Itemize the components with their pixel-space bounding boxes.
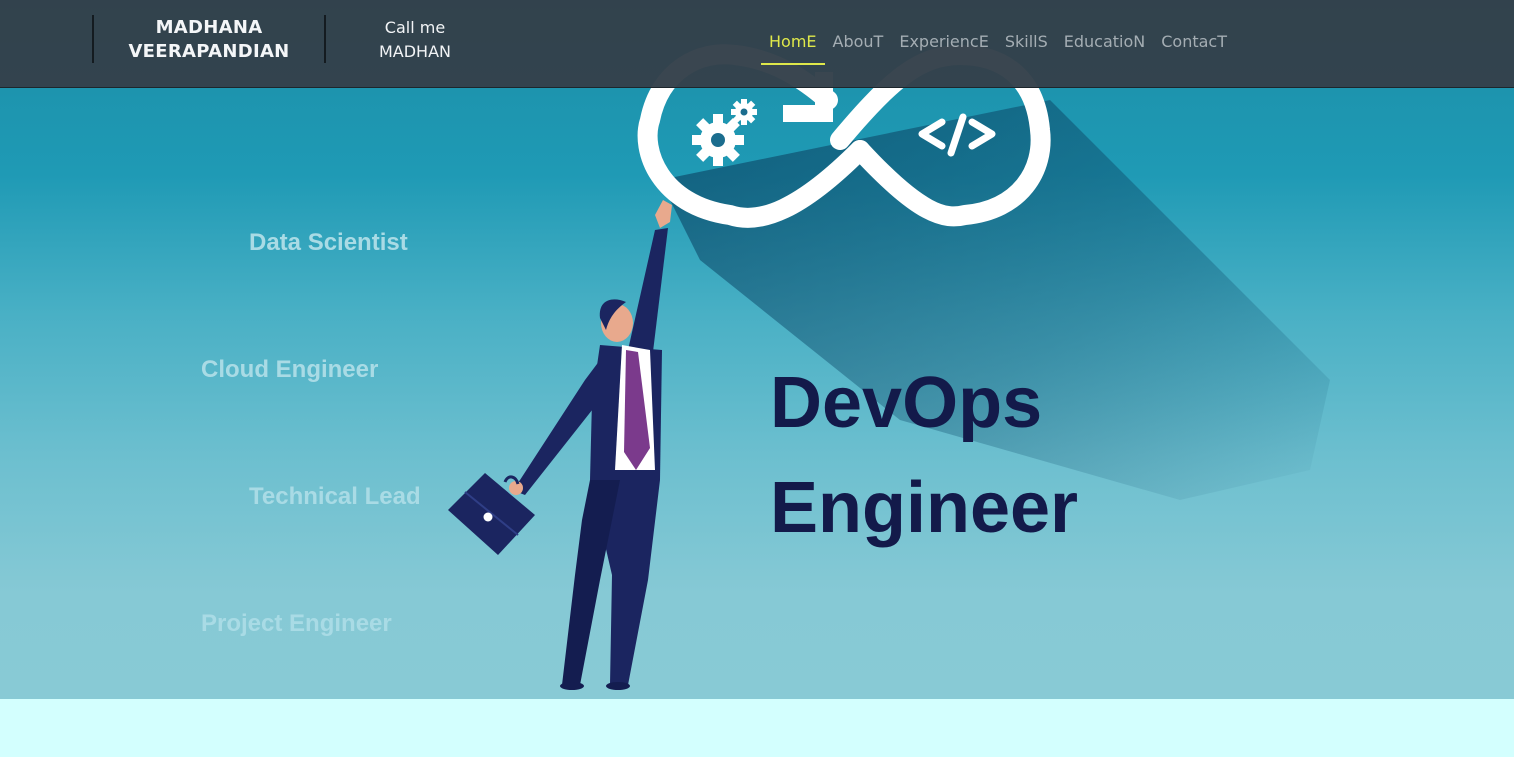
hero-section: Data Scientist Cloud Engineer Technical … <box>0 0 1514 699</box>
headline-line2: Engineer <box>770 468 1079 548</box>
navbar: MADHANA VEERAPANDIAN Call me MADHAN HomE… <box>0 0 1514 88</box>
role-cloud-engineer: Cloud Engineer <box>201 356 379 383</box>
brand-logo[interactable]: MADHANA VEERAPANDIAN <box>109 16 309 64</box>
nav-home[interactable]: HomE <box>761 29 825 65</box>
callme-line1: Call me <box>384 18 446 37</box>
gears-icon <box>692 99 757 166</box>
callme-text: Call me MADHAN <box>355 16 475 64</box>
brand-line2: VEERAPANDIAN <box>128 41 290 62</box>
hero-illustration <box>448 44 1330 690</box>
headline-line1: DevOps <box>770 363 1043 443</box>
role-project-engineer: Project Engineer <box>201 610 392 637</box>
nav-about[interactable]: AbouT <box>825 29 892 65</box>
nav-contact[interactable]: ContacT <box>1153 29 1235 65</box>
callme-line2: MADHAN <box>378 42 451 61</box>
businessman-illustration <box>448 200 672 690</box>
nav-experience[interactable]: ExperiencE <box>891 29 997 65</box>
brand-divider-right <box>324 15 326 63</box>
nav-menu: HomE AbouT ExperiencE SkillS EducatioN C… <box>761 29 1235 65</box>
nav-skills[interactable]: SkillS <box>997 29 1056 65</box>
role-data-scientist: Data Scientist <box>249 229 408 256</box>
footer-strip <box>0 699 1514 757</box>
nav-education[interactable]: EducatioN <box>1056 29 1153 65</box>
brand-line1: MADHANA <box>155 17 263 38</box>
role-technical-lead: Technical Lead <box>249 483 421 510</box>
page: Data Scientist Cloud Engineer Technical … <box>0 0 1514 757</box>
brand-divider-left <box>92 15 94 63</box>
